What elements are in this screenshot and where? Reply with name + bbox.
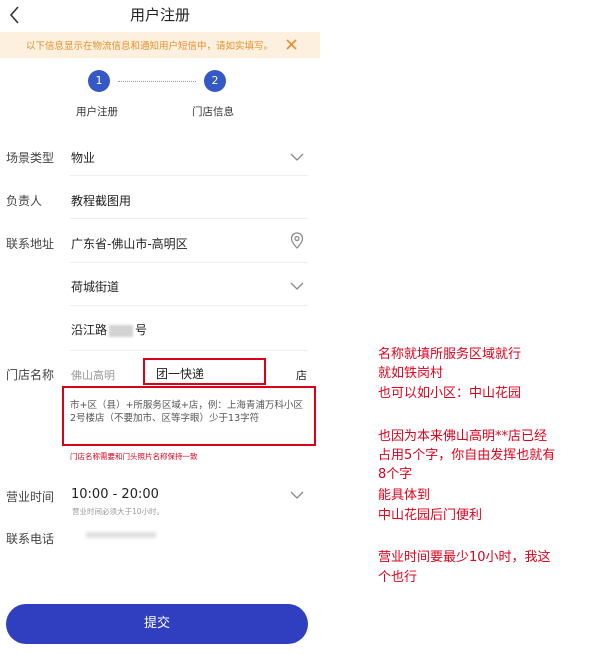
step-2-label: 门店信息 xyxy=(192,106,234,118)
annotation-line: 就如铁岗村 xyxy=(378,366,444,381)
chevron-down-icon[interactable] xyxy=(290,490,304,500)
hours-note: 营业时间必须大于10小时。 xyxy=(72,507,165,516)
page-title: 用户注册 xyxy=(129,6,190,24)
close-icon[interactable] xyxy=(285,38,298,51)
owner-label: 负责人 xyxy=(6,194,43,208)
divider xyxy=(70,350,308,351)
store-name-prefix: 佛山高明 xyxy=(71,369,115,382)
chevron-down-icon[interactable] xyxy=(290,281,304,291)
owner-input[interactable]: 教程截图用 xyxy=(71,192,131,209)
address-label: 联系地址 xyxy=(6,237,55,251)
annotation-line: 营业时间要最少10小时，我这 xyxy=(378,550,551,565)
store-name-label: 门店名称 xyxy=(6,368,55,382)
divider xyxy=(70,218,308,219)
store-name-input[interactable]: 团一快递 xyxy=(156,365,204,382)
annotation-line: 名称就填所服务区域就行 xyxy=(378,347,522,362)
step-1-label: 用户注册 xyxy=(76,106,118,118)
divider xyxy=(70,175,308,176)
address-detail-prefix: 沿江路 xyxy=(71,323,108,337)
address-detail-input[interactable]: 沿江路 号 xyxy=(71,321,147,338)
step-1-indicator: 1 xyxy=(88,70,110,92)
annotation-line: 占用5个字，你自由发挥也就有 xyxy=(378,448,556,463)
header: 用户注册 xyxy=(0,0,320,32)
annotation-line: 也可以如小区：中山花园 xyxy=(378,386,522,401)
step-2-indicator: 2 xyxy=(204,70,226,92)
redacted-number xyxy=(109,324,134,337)
chevron-down-icon[interactable] xyxy=(290,152,304,162)
divider xyxy=(70,305,308,306)
store-name-hint: 市+区（县）+所服务区域+店，例：上海青浦万科小区2号楼店（不要加市、区等字眼）… xyxy=(70,400,303,424)
store-name-note: 门店名称需要和门头照片名称保持一致 xyxy=(70,452,198,461)
store-name-suffix: 店 xyxy=(296,369,307,382)
annotation-line: 8个字 xyxy=(378,467,413,482)
address-region-select[interactable]: 广东省-佛山市-高明区 xyxy=(71,235,188,252)
phone-input[interactable] xyxy=(86,532,156,538)
notice-text: 以下信息显示在物流信息和通知用户短信中，请如实填写。 xyxy=(26,41,274,52)
hours-select[interactable]: 10:00 - 20:00 xyxy=(71,487,159,502)
phone-label: 联系电话 xyxy=(6,532,55,546)
location-pin-icon[interactable] xyxy=(290,232,304,250)
address-street-select[interactable]: 荷城街道 xyxy=(71,278,119,295)
scene-type-select[interactable]: 物业 xyxy=(71,149,95,166)
annotation-line: 个也行 xyxy=(378,570,418,585)
hours-label: 营业时间 xyxy=(6,490,55,504)
submit-button[interactable]: 提交 xyxy=(6,604,308,644)
annotation-line: 能具体到 xyxy=(378,488,431,503)
step-connector xyxy=(118,81,196,82)
scene-type-label: 场景类型 xyxy=(6,151,55,165)
annotation-line: 也因为本来佛山高明**店已经 xyxy=(378,429,548,444)
notice-banner: 以下信息显示在物流信息和通知用户短信中，请如实填写。 xyxy=(0,32,320,58)
annotation-line: 中山花园后门便利 xyxy=(378,508,483,523)
divider xyxy=(70,262,308,263)
registration-screen: 用户注册 以下信息显示在物流信息和通知用户短信中，请如实填写。 1 2 用户注册… xyxy=(0,0,320,655)
address-detail-suffix: 号 xyxy=(135,323,148,337)
